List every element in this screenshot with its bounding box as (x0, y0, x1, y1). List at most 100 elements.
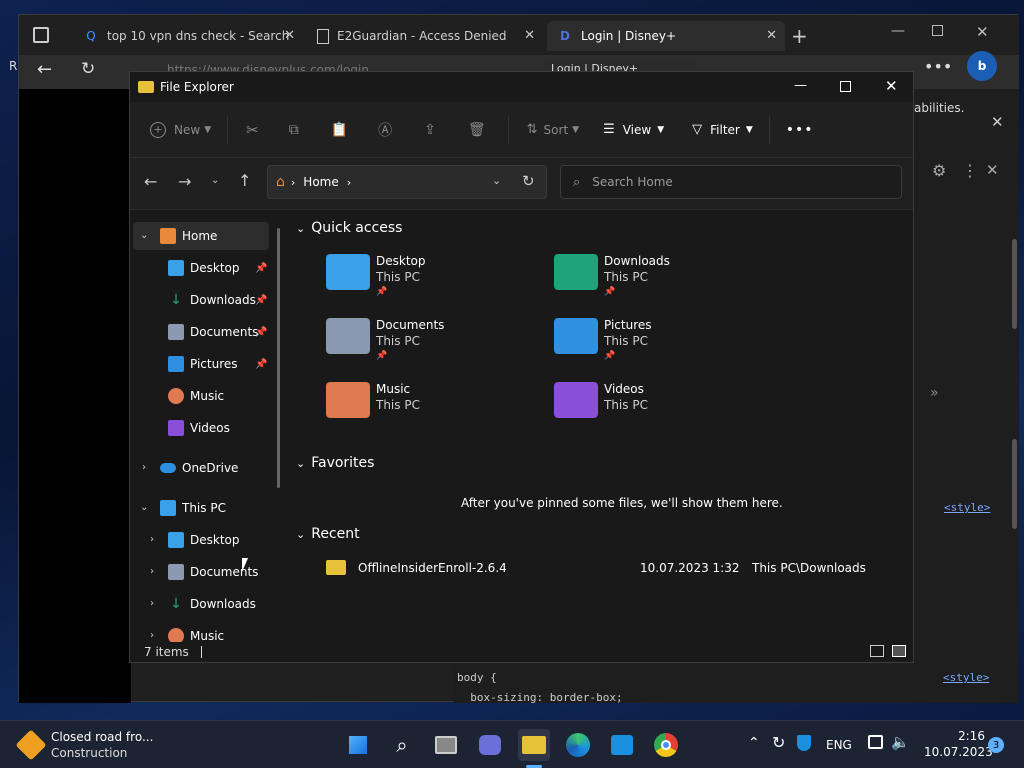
more-icon[interactable]: ••• (924, 57, 952, 76)
search-icon[interactable]: ⌕ (386, 729, 418, 761)
sidebar-item-pc-downloads[interactable]: ↓ Downloads (168, 590, 256, 618)
tab-disney[interactable]: D Login | Disney+ ✕ (547, 21, 785, 51)
up-icon[interactable]: ↑ (238, 171, 251, 190)
close-tab-icon[interactable]: ✕ (766, 28, 777, 43)
banner-close-icon[interactable]: ✕ (991, 113, 1004, 131)
recent-locations-icon[interactable]: ⌄ (211, 175, 219, 186)
volume-icon[interactable]: 🔈 (891, 733, 910, 751)
scrollbar[interactable] (1012, 439, 1017, 529)
maximize-icon[interactable] (932, 25, 943, 36)
kebab-icon[interactable]: ⋮ (962, 161, 978, 180)
sidebar-item-pc-music[interactable]: Music (168, 622, 224, 642)
quick-access-documents[interactable]: Documents This PC 📌 (326, 318, 444, 361)
share-icon[interactable]: ⇪ (424, 122, 436, 138)
sidebar-item-downloads[interactable]: ↓ Downloads (168, 286, 256, 314)
quick-access-pictures[interactable]: Pictures This PC 📌 (554, 318, 652, 361)
teams-chat-icon[interactable] (474, 729, 506, 761)
start-icon[interactable] (342, 729, 374, 761)
quick-access-downloads[interactable]: Downloads This PC 📌 (554, 254, 670, 297)
sidebar-item-music[interactable]: Music (168, 382, 224, 410)
copy-icon[interactable]: ⧉ (289, 122, 299, 138)
sync-icon[interactable]: ↻ (772, 733, 785, 752)
minimize-icon[interactable]: — (794, 78, 807, 93)
section-quick-access[interactable]: ⌄ Quick access (296, 220, 402, 236)
weather-widget[interactable]: Closed road fro... Construction (15, 729, 178, 761)
sidebar-scrollbar[interactable] (277, 228, 280, 488)
filter-button[interactable]: ▽ Filter ▼ (692, 122, 753, 137)
edge-icon[interactable] (562, 729, 594, 761)
chrome-icon[interactable] (650, 729, 682, 761)
devtools-close-icon[interactable]: ✕ (986, 161, 999, 179)
tab-actions-icon[interactable] (33, 27, 49, 43)
refresh-icon[interactable]: ↻ (81, 59, 95, 79)
sidebar-item-thispc[interactable]: This PC (160, 494, 226, 522)
paste-icon[interactable]: 📋 (331, 122, 348, 138)
network-icon[interactable] (868, 735, 883, 749)
forward-icon[interactable]: → (178, 172, 191, 191)
chevron-right-icon[interactable]: › (150, 598, 154, 609)
details-view-icon[interactable] (870, 645, 884, 657)
refresh-icon[interactable]: ↻ (522, 172, 535, 190)
tab-search[interactable]: Q top 10 vpn dns check - Search ✕ (73, 21, 303, 51)
chevrons-icon[interactable]: » (930, 385, 939, 401)
address-dropdown-icon[interactable]: ⌄ (492, 174, 501, 187)
maximize-icon[interactable] (840, 81, 851, 92)
sidebar-item-videos[interactable]: Videos (168, 414, 230, 442)
chevron-right-icon[interactable]: › (150, 630, 154, 641)
back-icon[interactable]: ← (37, 59, 52, 80)
style-link-1[interactable]: <style> (944, 501, 990, 514)
file-explorer-taskbar-icon[interactable] (518, 729, 550, 761)
clock-time[interactable]: 2:16 (958, 729, 985, 743)
section-recent[interactable]: ⌄ Recent (296, 526, 360, 542)
tab-e2guardian[interactable]: E2Guardian - Access Denied ✕ (307, 21, 543, 51)
chevron-down-icon[interactable]: ⌄ (140, 502, 148, 513)
chevron-right-icon[interactable]: › (150, 534, 154, 545)
sidebar-item-desktop[interactable]: Desktop (168, 254, 240, 282)
sort-button[interactable]: ⇅ Sort ▼ (527, 122, 579, 137)
address-bar[interactable]: ⌂ › Home › ⌄ ↻ (267, 165, 547, 199)
delete-icon[interactable]: 🗑 (468, 122, 486, 138)
sidebar-item-pc-desktop[interactable]: Desktop (168, 526, 240, 554)
rename-icon[interactable]: Ⓐ (378, 120, 392, 140)
back-icon[interactable]: ← (144, 172, 157, 191)
chevron-right-icon[interactable]: › (142, 462, 146, 473)
new-tab-icon[interactable]: + (791, 24, 808, 48)
tray-chevron-up-icon[interactable]: ⌃ (748, 735, 760, 751)
quick-access-desktop[interactable]: Desktop This PC 📌 (326, 254, 426, 297)
notification-badge[interactable]: 3 (988, 737, 1004, 753)
close-tab-icon[interactable]: ✕ (284, 28, 295, 43)
close-icon[interactable]: ✕ (885, 77, 898, 95)
sidebar-item-documents[interactable]: Documents (168, 318, 258, 346)
tiles-view-icon[interactable] (892, 645, 906, 657)
chevron-right-icon[interactable]: › (150, 566, 154, 577)
view-button[interactable]: ☰ View ▼ (603, 122, 664, 137)
chevron-down-icon: ⌄ (296, 456, 306, 470)
store-icon[interactable] (606, 729, 638, 761)
new-button[interactable]: + New ▼ (150, 121, 211, 138)
defender-icon[interactable] (797, 735, 811, 751)
cut-icon[interactable]: ✂ (246, 121, 259, 139)
chevron-down-icon[interactable]: ⌄ (140, 230, 148, 241)
task-view-icon[interactable] (430, 729, 462, 761)
bing-icon[interactable]: b (967, 51, 997, 81)
breadcrumb-home[interactable]: Home (303, 175, 338, 189)
recent-row[interactable]: OfflineInsiderEnroll-2.6.4 10.07.2023 1:… (324, 558, 884, 580)
computer-icon (160, 500, 176, 516)
close-tab-icon[interactable]: ✕ (524, 28, 535, 43)
search-input[interactable]: ⌕ Search Home (560, 165, 902, 199)
sidebar-item-onedrive[interactable]: OneDrive (160, 454, 238, 482)
pin-icon: 📌 (255, 327, 268, 338)
language-indicator[interactable]: ENG (826, 738, 852, 752)
gear-icon[interactable]: ⚙ (932, 161, 946, 180)
construction-icon (15, 729, 47, 761)
scrollbar[interactable] (1012, 239, 1017, 329)
minimize-icon[interactable]: — (891, 23, 905, 39)
section-favorites[interactable]: ⌄ Favorites (296, 455, 374, 471)
close-icon[interactable]: ✕ (976, 23, 989, 41)
clock-date[interactable]: 10.07.2023 (924, 745, 993, 759)
style-link-2[interactable]: <style> (943, 671, 989, 684)
quick-access-music[interactable]: Music This PC (326, 382, 420, 418)
sidebar-item-pictures[interactable]: Pictures (168, 350, 238, 378)
quick-access-videos[interactable]: Videos This PC (554, 382, 648, 418)
more-options-icon[interactable]: ••• (786, 122, 814, 138)
